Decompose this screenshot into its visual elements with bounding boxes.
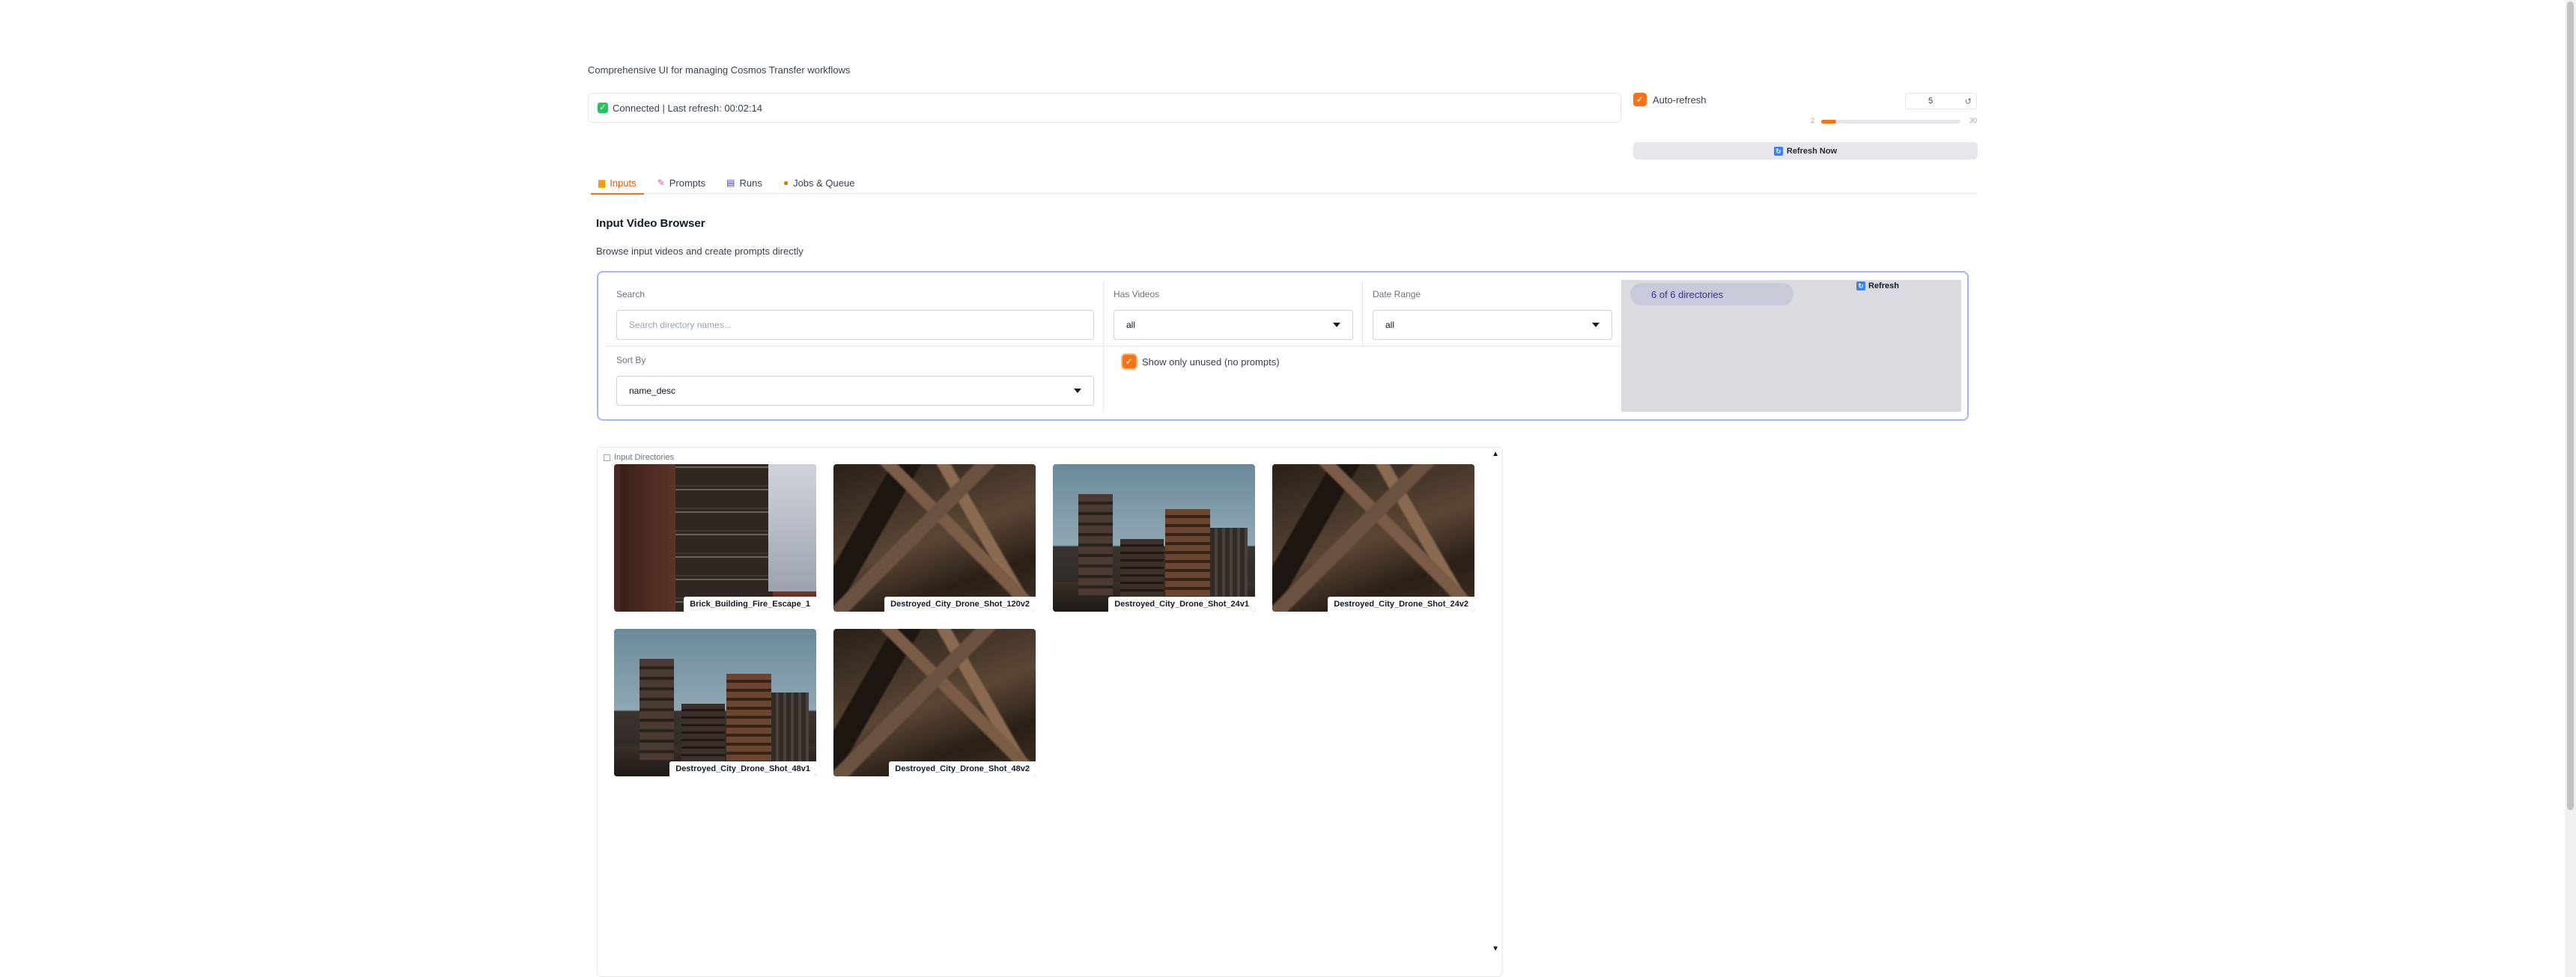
thumbnail-image xyxy=(726,674,771,764)
gallery-item-label: Destroyed_City_Drone_Shot_24v1 xyxy=(1108,597,1255,612)
thumbnail-image xyxy=(771,693,809,764)
sort-by-label: Sort By xyxy=(616,355,646,365)
cookie-icon: ● xyxy=(783,177,789,188)
refresh-interval-value: 5 xyxy=(1928,97,1933,106)
refresh-interval-slider[interactable]: 2 30 xyxy=(1811,117,1977,126)
thumbnail-image xyxy=(681,704,725,764)
app-subtitle: Comprehensive UI for managing Cosmos Tra… xyxy=(588,64,851,76)
input-directories-gallery: Input Directories ▲ ▼ Brick_Building_Fir… xyxy=(597,447,1503,977)
thumbnail-image xyxy=(1120,539,1164,599)
tab-label: Prompts xyxy=(669,177,706,189)
has-videos-select[interactable]: all xyxy=(1114,310,1353,340)
tab-inputs[interactable]: ▆ Inputs xyxy=(588,171,647,195)
has-videos-value: all xyxy=(1126,320,1136,330)
refresh-directories-button[interactable]: ↻ Refresh xyxy=(1856,281,1899,290)
tab-prompts[interactable]: ✎ Prompts xyxy=(647,171,716,194)
gallery-item-label: Brick_Building_Fire_Escape_1 xyxy=(684,597,816,612)
sort-by-value: name_desc xyxy=(629,386,676,396)
tab-label: Inputs xyxy=(610,177,637,189)
refresh-icon: ↻ xyxy=(1773,146,1783,156)
has-videos-label: Has Videos xyxy=(1114,289,1160,299)
thumbnail-image xyxy=(675,464,773,612)
refresh-now-label: Refresh Now xyxy=(1786,146,1838,156)
section-description: Browse input videos and create prompts d… xyxy=(596,246,804,257)
unused-only-checkbox[interactable]: ✓ xyxy=(1123,355,1136,368)
chevron-down-icon xyxy=(1333,323,1340,327)
gallery-item[interactable]: Destroyed_City_Drone_Shot_24v2 xyxy=(1272,464,1474,612)
section-title: Input Video Browser xyxy=(596,217,705,230)
auto-refresh-label: Auto-refresh xyxy=(1653,94,1707,106)
folder-icon: ▆ xyxy=(598,177,606,188)
directory-count-badge: 6 of 6 directories xyxy=(1630,283,1793,305)
slider-track[interactable] xyxy=(1821,120,1960,124)
gallery-item[interactable]: Destroyed_City_Drone_Shot_120v2 xyxy=(833,464,1036,612)
refresh-icon: ↻ xyxy=(1856,281,1865,290)
slider-max-label: 30 xyxy=(1969,117,1977,124)
gallery-item-label: Destroyed_City_Drone_Shot_48v1 xyxy=(669,761,816,776)
scroll-down-arrow-icon[interactable]: ▼ xyxy=(1492,945,1499,953)
filter-panel: Search Search directory names... Has Vid… xyxy=(597,271,1969,421)
gallery-item[interactable]: Brick_Building_Fire_Escape_1 xyxy=(614,464,816,612)
connection-status-text: Connected | Last refresh: 00:02:14 xyxy=(613,102,762,114)
gallery-item[interactable]: Destroyed_City_Drone_Shot_48v1 xyxy=(614,629,816,776)
auto-refresh-toggle[interactable]: ✓ Auto-refresh xyxy=(1633,93,1707,106)
tab-runs[interactable]: ▤ Runs xyxy=(716,171,773,194)
refresh-label: Refresh xyxy=(1868,281,1899,290)
gallery-item[interactable]: Destroyed_City_Drone_Shot_24v1 xyxy=(1053,464,1255,612)
brush-icon: ✎ xyxy=(657,177,665,188)
slider-min-label: 2 xyxy=(1811,117,1815,124)
slider-fill xyxy=(1821,120,1836,124)
clapper-icon: ▤ xyxy=(726,177,735,188)
unused-only-label: Show only unused (no prompts) xyxy=(1142,356,1280,368)
date-range-label: Date Range xyxy=(1373,289,1421,299)
gallery-label-text: Input Directories xyxy=(614,453,675,462)
unused-only-toggle[interactable]: ✓ Show only unused (no prompts) xyxy=(1123,355,1280,368)
tab-label: Runs xyxy=(739,177,762,189)
auto-refresh-checkbox[interactable]: ✓ xyxy=(1633,93,1647,106)
gallery-item-label: Destroyed_City_Drone_Shot_120v2 xyxy=(884,597,1036,612)
refresh-now-button[interactable]: ↻ Refresh Now xyxy=(1633,142,1978,159)
gallery-icon xyxy=(604,454,610,461)
page-scrollbar-thumb[interactable] xyxy=(2567,1,2574,810)
chevron-down-icon xyxy=(1074,389,1081,393)
refresh-interval-input[interactable]: 5 ↺ xyxy=(1905,93,1977,109)
main-tabs: ▆ Inputs ✎ Prompts ▤ Runs ● Jobs & Queue xyxy=(588,171,1978,195)
tab-label: Jobs & Queue xyxy=(793,177,855,189)
page-scrollbar[interactable] xyxy=(2565,0,2576,977)
thumbnail-image xyxy=(768,464,816,591)
thumbnail-image xyxy=(620,464,675,612)
date-range-select[interactable]: all xyxy=(1373,310,1612,340)
thumbnail-image xyxy=(1078,494,1113,595)
date-range-value: all xyxy=(1385,320,1395,330)
chevron-down-icon xyxy=(1592,323,1600,327)
search-placeholder: Search directory names... xyxy=(629,320,732,330)
directory-count-panel: 6 of 6 directories ↻ Refresh xyxy=(1621,280,1961,412)
thumbnail-image xyxy=(1210,528,1248,599)
connection-status-box: ✓ Connected | Last refresh: 00:02:14 xyxy=(588,93,1621,123)
search-input[interactable]: Search directory names... xyxy=(616,310,1094,340)
divider xyxy=(606,346,1621,347)
sort-by-select[interactable]: name_desc xyxy=(616,376,1094,406)
connected-check-icon: ✓ xyxy=(598,103,608,113)
gallery-item-label: Destroyed_City_Drone_Shot_24v2 xyxy=(1328,597,1474,612)
thumbnail-image xyxy=(1165,509,1210,599)
scroll-up-arrow-icon[interactable]: ▲ xyxy=(1492,450,1499,458)
search-label: Search xyxy=(616,289,645,299)
gallery-label: Input Directories xyxy=(604,453,674,462)
gallery-item[interactable]: Destroyed_City_Drone_Shot_48v2 xyxy=(833,629,1036,776)
thumbnail-image xyxy=(640,659,674,760)
gallery-item-label: Destroyed_City_Drone_Shot_48v2 xyxy=(889,761,1036,776)
divider xyxy=(1362,280,1363,346)
tab-jobs-queue[interactable]: ● Jobs & Queue xyxy=(773,171,866,194)
reset-icon[interactable]: ↺ xyxy=(1965,97,1972,106)
